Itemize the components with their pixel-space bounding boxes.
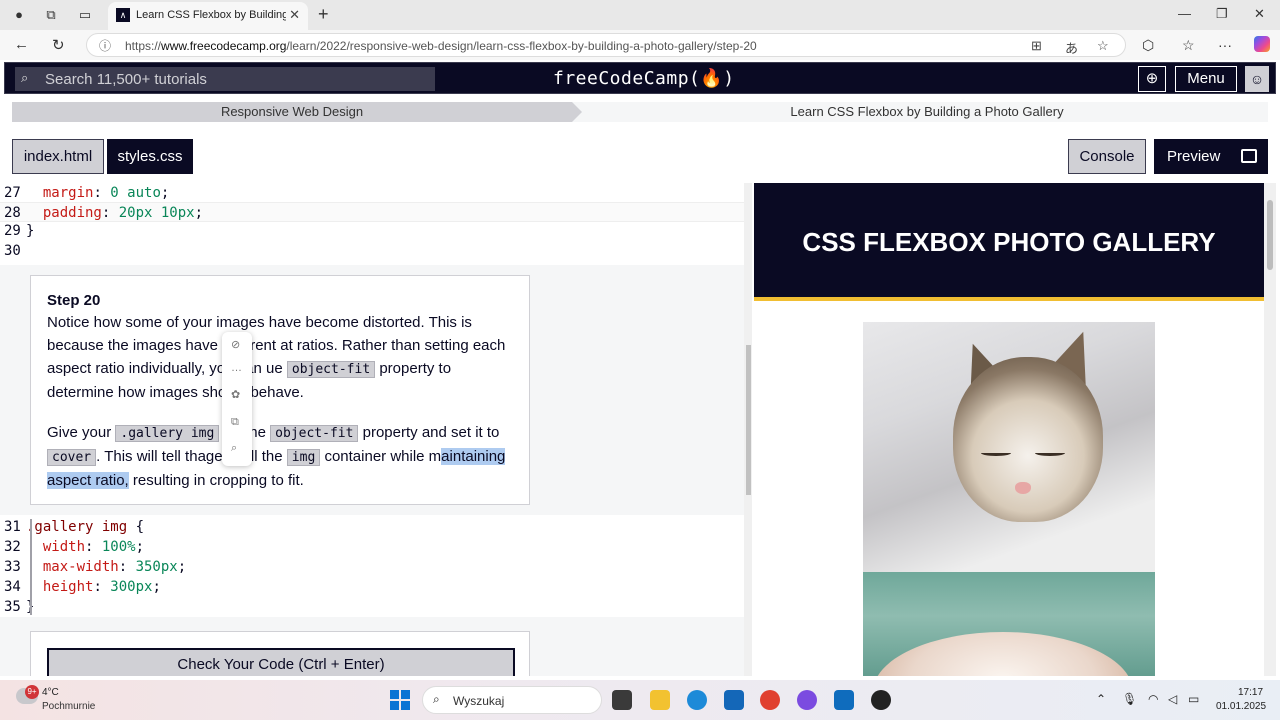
search-icon: ⌕ (21, 70, 29, 85)
site-info-icon[interactable]: ⓘ (99, 37, 111, 54)
battery-icon[interactable]: ▭ (1188, 692, 1199, 706)
file-explorer-icon[interactable] (650, 690, 670, 710)
taskbar-search-label: Wyszukaj (453, 694, 505, 708)
hide-icon[interactable]: ⊘ (231, 338, 240, 351)
breadcrumb-block[interactable]: Learn CSS Flexbox by Building a Photo Ga… (592, 102, 1262, 122)
recording-app-icon[interactable] (871, 690, 891, 710)
maximize-icon[interactable]: ❐ (1216, 6, 1228, 22)
code-line: 34 height: 300px; (4, 579, 161, 595)
taskbar-search[interactable]: ⌕ Wyszukaj (422, 686, 602, 714)
back-icon[interactable]: ← (14, 36, 29, 53)
favorite-star-icon[interactable]: ☆ (1097, 38, 1109, 54)
outlook-icon[interactable] (834, 690, 854, 710)
more-icon[interactable]: … (231, 362, 242, 374)
browser-tab-active[interactable]: ∧ Learn CSS Flexbox by Building a P ✕ (108, 2, 308, 30)
search-icon: ⌕ (433, 692, 440, 706)
notification-badge: 9+ (25, 685, 39, 699)
preview-header: CSS FLEXBOX PHOTO GALLERY (754, 183, 1264, 301)
code-line: 27 margin: 0 auto; (4, 185, 170, 201)
code-line: 32 width: 100%; (4, 539, 145, 555)
clock-date[interactable]: 01.01.2025 (1216, 701, 1266, 712)
language-globe-icon[interactable]: ⊕ (1138, 66, 1166, 92)
menu-button[interactable]: Menu (1175, 66, 1237, 92)
start-button[interactable] (390, 690, 410, 710)
minimize-icon[interactable]: — (1178, 6, 1191, 21)
preview-window-icon (1241, 149, 1257, 163)
tab-actions-icon[interactable]: ▭ (76, 6, 94, 24)
fcc-navbar: ⌕ Search 11,500+ tutorials freeCodeCamp(… (4, 62, 1276, 94)
step-paragraph-1: Notice how some of your images have beco… (47, 314, 506, 401)
url-text: https://www.freecodecamp.org/learn/2022/… (125, 39, 757, 53)
weather-desc[interactable]: Pochmurnie (42, 701, 95, 712)
chrome-icon[interactable] (760, 690, 780, 710)
code-line: 30 (4, 243, 21, 259)
new-tab-icon[interactable]: + (318, 4, 329, 25)
more-menu-icon[interactable]: ··· (1218, 37, 1232, 53)
code-line-active: 28 padding: 20px 10px; (0, 202, 746, 222)
breadcrumb-superblock[interactable]: Responsive Web Design (12, 102, 572, 122)
preview-title: CSS FLEXBOX PHOTO GALLERY (802, 227, 1216, 257)
editable-code-region[interactable]: 31 .gallery img { 32 width: 100%; 33 max-… (0, 515, 752, 617)
avatar[interactable]: ☺ (1245, 66, 1269, 92)
copilot-small-icon[interactable]: ✿ (231, 388, 240, 401)
step-instructions: Step 20 Notice how some of your images h… (30, 275, 530, 505)
address-bar-row: ← ↻ ⓘ https://www.freecodecamp.org/learn… (0, 30, 1280, 60)
breadcrumb-arrow (572, 102, 582, 122)
step-paragraph-2: Give your .gallery img tor the object-fi… (47, 424, 506, 489)
windows-taskbar: 9+ 4°C Pochmurnie ⌕ Wyszukaj ⌃ 🎙 ◠ ◁ ▭ 1… (0, 680, 1280, 720)
fcc-favicon-icon: ∧ (116, 8, 130, 22)
store-icon[interactable] (724, 690, 744, 710)
preview-button[interactable]: Preview (1154, 139, 1268, 174)
check-code-button[interactable]: Check Your Code (Ctrl + Enter) (47, 648, 515, 676)
url-field[interactable]: ⓘ https://www.freecodecamp.org/learn/202… (86, 33, 1126, 57)
preview-label: Preview (1167, 148, 1221, 165)
read-aloud-icon[interactable]: あ (1065, 38, 1078, 57)
clock-time[interactable]: 17:17 (1238, 687, 1263, 698)
copilot-icon[interactable] (1254, 36, 1270, 52)
extensions-icon[interactable]: ⬡ (1142, 37, 1154, 54)
search-placeholder: Search 11,500+ tutorials (45, 71, 207, 88)
workspaces-icon[interactable]: ⧉ (42, 6, 60, 24)
weather-temp[interactable]: 4°C (42, 687, 59, 698)
volume-icon[interactable]: ◁ (1168, 692, 1177, 706)
fcc-logo[interactable]: freeCodeCamp(🔥) (553, 68, 735, 89)
tab-index-html[interactable]: index.html (12, 139, 104, 174)
browser-tab-bar: ● ⧉ ▭ ∧ Learn CSS Flexbox by Building a … (0, 0, 1280, 30)
microphone-icon[interactable]: 🎙 (1122, 692, 1137, 706)
check-code-card: Check Your Code (Ctrl + Enter) (30, 631, 530, 676)
editor-scrollbar-thumb[interactable] (746, 345, 751, 495)
favorites-icon[interactable]: ☆ (1182, 37, 1195, 54)
show-hidden-icons-icon[interactable]: ⌃ (1096, 692, 1106, 706)
code-line: 29} (4, 223, 35, 239)
wifi-icon[interactable]: ◠ (1148, 692, 1158, 706)
close-tab-icon[interactable]: ✕ (289, 7, 300, 23)
profile-icon[interactable]: ● (10, 6, 28, 24)
task-view-icon[interactable] (612, 690, 632, 710)
close-window-icon[interactable]: ✕ (1254, 6, 1265, 22)
tab-styles-css[interactable]: styles.css (107, 139, 193, 174)
gallery-image-cat-lying (863, 572, 1155, 676)
copy-icon[interactable]: ⧉ (231, 416, 239, 429)
editable-region-marker (30, 519, 32, 615)
breadcrumb: Responsive Web Design Learn CSS Flexbox … (12, 102, 1268, 122)
copilot-app-icon[interactable] (797, 690, 817, 710)
code-line: 35} (4, 599, 34, 615)
console-button[interactable]: Console (1068, 139, 1146, 174)
preview-pane[interactable]: CSS FLEXBOX PHOTO GALLERY (754, 183, 1264, 676)
code-editor[interactable]: 27 margin: 0 auto; 28 padding: 20px 10px… (0, 183, 752, 676)
code-line: 33 max-width: 350px; (4, 559, 187, 575)
step-title: Step 20 (47, 292, 101, 309)
search-selection-icon[interactable]: ⌕ (231, 442, 237, 455)
search-input[interactable]: ⌕ Search 11,500+ tutorials (15, 67, 435, 91)
reload-icon[interactable]: ↻ (52, 36, 65, 54)
gallery-image-cat-sleeping (863, 322, 1155, 572)
code-line: 31 .gallery img { (4, 519, 145, 535)
edge-icon[interactable] (687, 690, 707, 710)
preview-scrollbar-thumb[interactable] (1267, 200, 1273, 270)
app-available-icon[interactable]: ⊞ (1031, 38, 1042, 54)
selection-context-popup[interactable]: ⊘ … ✿ ⧉ ⌕ (222, 332, 252, 466)
tab-title: Learn CSS Flexbox by Building a P (136, 9, 286, 21)
